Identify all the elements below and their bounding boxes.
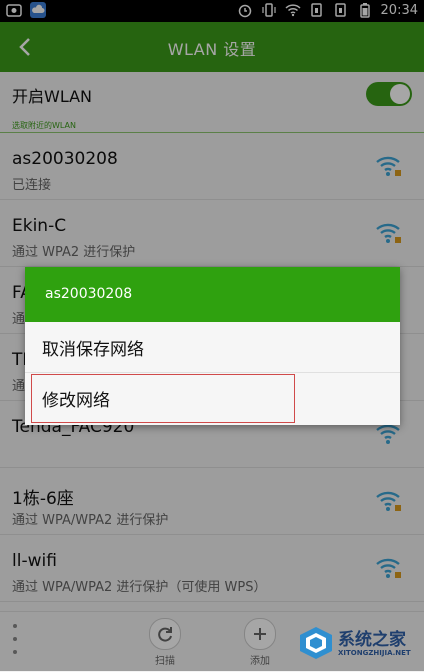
watermark: 系统之家 XITONGZHIJIA.NET (298, 621, 416, 665)
highlight-box (31, 374, 295, 423)
dialog-title: as20030208 (45, 286, 133, 302)
watermark-brand: 系统之家 (338, 630, 406, 650)
dialog-header: as20030208 (25, 267, 400, 322)
option-label: 取消保存网络 (42, 340, 144, 360)
watermark-url: XITONGZHIJIA.NET (338, 649, 411, 657)
network-options-dialog: as20030208 取消保存网络 修改网络 (25, 267, 400, 425)
forget-network-option[interactable]: 取消保存网络 (25, 322, 400, 372)
watermark-logo-icon (300, 627, 332, 659)
